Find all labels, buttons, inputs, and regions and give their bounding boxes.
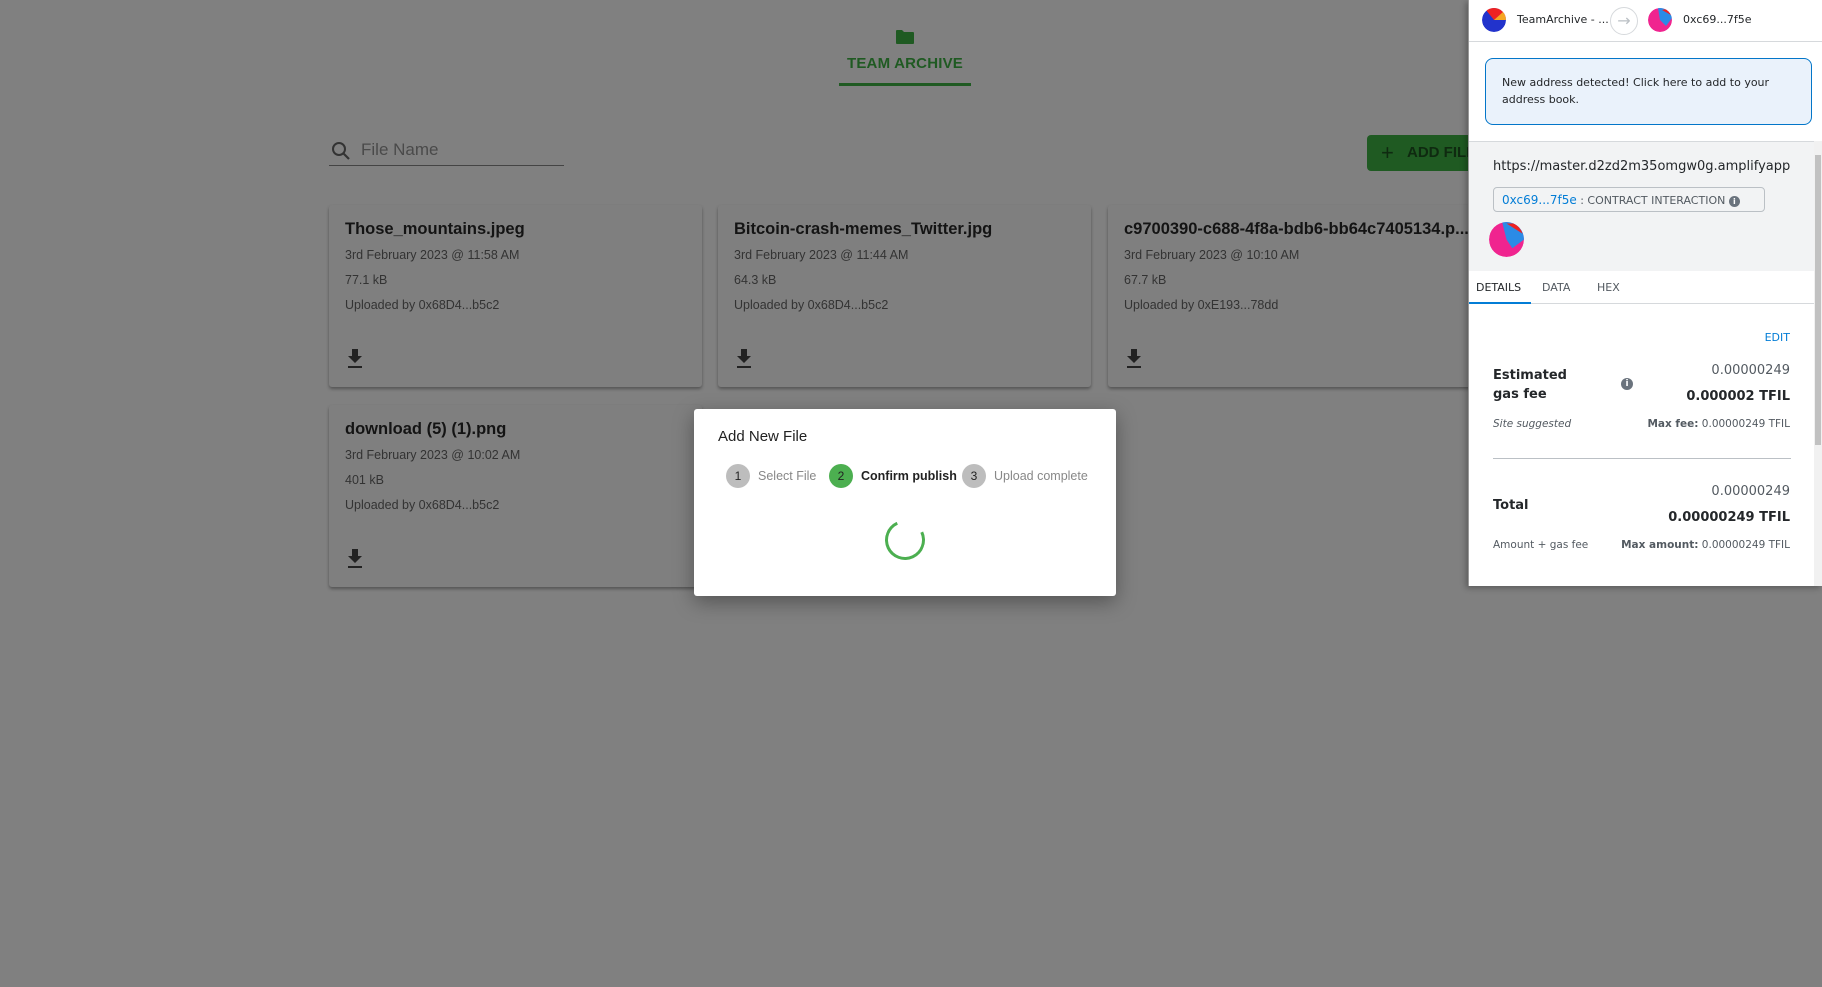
file-date: 3rd February 2023 @ 10:10 AM: [1124, 248, 1300, 262]
recipient-avatar-icon: [1648, 8, 1672, 32]
step-number: 3: [962, 464, 986, 488]
total-fiat: 0.00000249 TFIL: [1668, 510, 1790, 525]
file-card[interactable]: download (5) (1).png 3rd February 2023 @…: [329, 405, 702, 587]
active-tab-indicator: [1469, 302, 1531, 304]
step-label: Confirm publish: [861, 469, 957, 483]
file-card[interactable]: Bitcoin-crash-memes_Twitter.jpg 3rd Febr…: [718, 205, 1091, 387]
divider: [1493, 458, 1791, 459]
file-uploader: Uploaded by 0xE193...78dd: [1124, 298, 1279, 312]
from-account[interactable]: TeamArchive - ...: [1517, 13, 1609, 26]
origin-url: https://master.d2zd2m35omgw0g.amplifyapp: [1493, 159, 1791, 174]
download-icon[interactable]: [347, 349, 363, 369]
folder-icon: [896, 30, 914, 44]
file-uploader: Uploaded by 0x68D4...b5c2: [345, 298, 500, 312]
total-label: Total: [1493, 498, 1529, 513]
file-date: 3rd February 2023 @ 11:58 AM: [345, 248, 520, 262]
tab-hex[interactable]: HEX: [1597, 281, 1620, 294]
gas-fee-label: Estimated gas fee: [1493, 368, 1567, 402]
tab-details[interactable]: DETAILS: [1476, 281, 1521, 294]
detail-tabs: DETAILS DATA HEX: [1469, 271, 1815, 304]
file-size: 64.3 kB: [734, 273, 777, 287]
max-amount-value: 0.00000249 TFIL: [1701, 539, 1790, 551]
max-amount: Max amount: 0.00000249 TFIL: [1621, 539, 1790, 551]
dialog-title: Add New File: [718, 428, 808, 445]
search-icon: [332, 142, 350, 160]
wallet-header: TeamArchive - ... → 0xc69...7f5e: [1469, 0, 1822, 42]
scrollbar[interactable]: [1814, 141, 1822, 586]
contract-avatar-icon: [1489, 222, 1524, 257]
download-icon[interactable]: [1126, 349, 1142, 369]
add-file-dialog: Add New File 1 Select File 2 Confirm publi…: [694, 409, 1116, 596]
file-name: c9700390-c688-4f8a-bdb6-bb64c7405134.p..…: [1124, 220, 1469, 238]
contract-interaction-pill: 0xc69...7f5e : CONTRACT INTERACTION i: [1493, 187, 1765, 212]
contract-address-link[interactable]: 0xc69...7f5e: [1502, 193, 1577, 207]
transaction-summary: https://master.d2zd2m35omgw0g.amplifyapp…: [1469, 141, 1815, 271]
step-select-file: 1 Select File: [726, 464, 816, 488]
new-address-notice[interactable]: New address detected! Click here to add …: [1485, 58, 1812, 125]
info-icon[interactable]: i: [1621, 378, 1633, 390]
arrow-right-icon: →: [1610, 7, 1638, 35]
step-label: Select File: [758, 469, 817, 483]
max-fee-label: Max fee:: [1647, 418, 1699, 430]
file-card[interactable]: c9700390-c688-4f8a-bdb6-bb64c7405134.p..…: [1108, 205, 1481, 387]
download-icon[interactable]: [347, 549, 363, 569]
scrollbar-thumb[interactable]: [1815, 155, 1821, 445]
gas-fee-fiat: 0.000002 TFIL: [1686, 389, 1790, 404]
plus-icon: +: [1381, 140, 1394, 165]
step-number: 2: [829, 464, 853, 488]
file-name: Bitcoin-crash-memes_Twitter.jpg: [734, 220, 993, 238]
file-uploader: Uploaded by 0x68D4...b5c2: [734, 298, 889, 312]
file-size: 77.1 kB: [345, 273, 388, 287]
amount-gas-label: Amount + gas fee: [1493, 539, 1589, 551]
edit-gas-button[interactable]: EDIT: [1765, 331, 1790, 344]
max-fee-value: 0.00000249 TFIL: [1701, 418, 1790, 430]
max-amount-label: Max amount:: [1621, 539, 1699, 551]
search-input[interactable]: [361, 139, 556, 161]
step-label: Upload complete: [994, 469, 1088, 483]
file-card[interactable]: Those_mountains.jpeg 3rd February 2023 @…: [329, 205, 702, 387]
step-upload-complete: 3 Upload complete: [962, 464, 1088, 488]
step-number: 1: [726, 464, 750, 488]
total-value: 0.00000249: [1711, 484, 1790, 499]
max-fee: Max fee: 0.00000249 TFIL: [1647, 418, 1790, 430]
nav-tab-team-archive[interactable]: TEAM ARCHIVE: [839, 55, 971, 72]
wallet-popup: TeamArchive - ... → 0xc69...7f5e New add…: [1468, 0, 1822, 586]
file-name: Those_mountains.jpeg: [345, 220, 525, 238]
tab-data[interactable]: DATA: [1542, 281, 1570, 294]
search-field[interactable]: [329, 136, 564, 166]
file-size: 67.7 kB: [1124, 273, 1167, 287]
site-suggested: Site suggested: [1493, 418, 1572, 430]
file-date: 3rd February 2023 @ 11:44 AM: [734, 248, 909, 262]
download-icon[interactable]: [736, 349, 752, 369]
account-avatar-icon: [1482, 8, 1506, 32]
to-address[interactable]: 0xc69...7f5e: [1683, 13, 1752, 26]
active-tab-indicator: [839, 83, 971, 86]
step-confirm-publish: 2 Confirm publish: [829, 464, 957, 488]
file-date: 3rd February 2023 @ 10:02 AM: [345, 448, 521, 462]
gas-fee-value: 0.00000249: [1711, 363, 1790, 378]
file-uploader: Uploaded by 0x68D4...b5c2: [345, 498, 500, 512]
info-icon[interactable]: i: [1728, 196, 1740, 207]
file-name: download (5) (1).png: [345, 420, 507, 438]
loading-spinner: [879, 514, 931, 566]
contract-label: : CONTRACT INTERACTION: [1580, 194, 1726, 207]
file-size: 401 kB: [345, 473, 384, 487]
